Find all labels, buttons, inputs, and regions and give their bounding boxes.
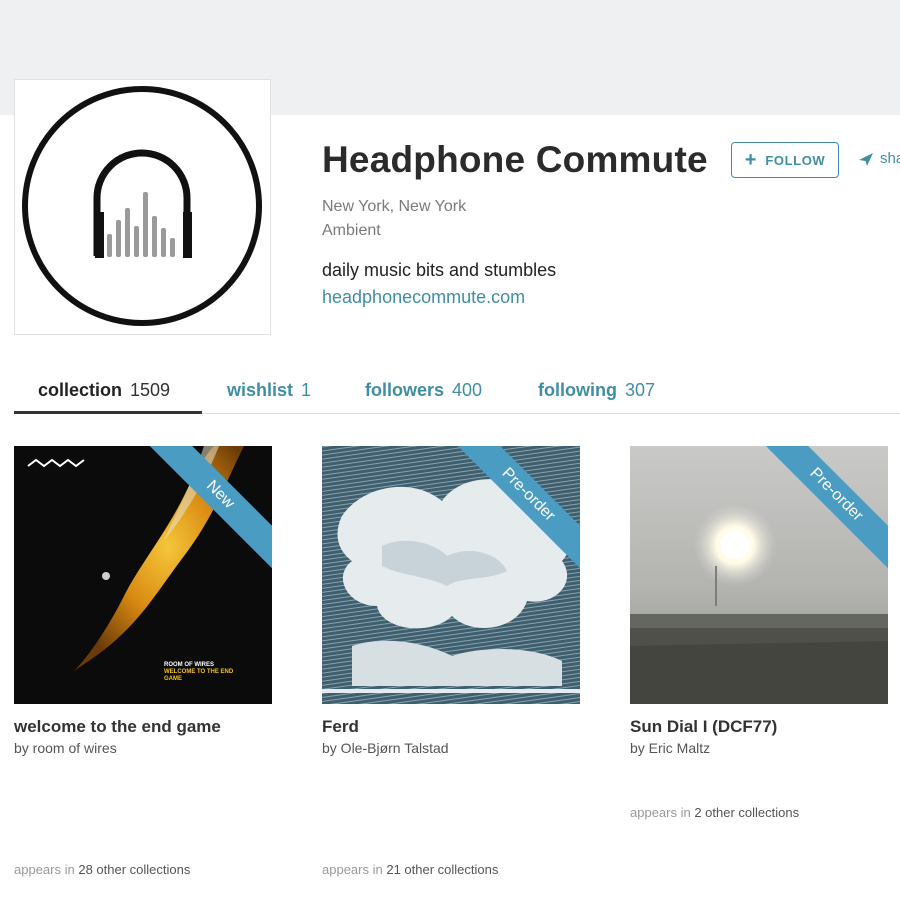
tab-followers[interactable]: followers 400 xyxy=(365,380,482,401)
album-artist: by Ole-Bjørn Talstad xyxy=(322,740,449,756)
plus-icon: + xyxy=(744,149,757,171)
cover-text-line-2: WELCOME TO THE END xyxy=(164,669,234,675)
profile-genre: Ambient xyxy=(322,222,381,239)
profile-name: Headphone Commute xyxy=(322,139,708,180)
cover-text-line-1: ROOM OF WIRES xyxy=(164,662,214,668)
album-art[interactable]: Pre-order xyxy=(630,446,888,704)
appears-in-collections: appears in 28 other collections xyxy=(14,862,191,877)
album-title[interactable]: Ferd xyxy=(322,717,580,737)
profile-avatar xyxy=(14,79,271,335)
album-title[interactable]: Sun Dial I (DCF77) xyxy=(630,717,888,737)
tab-wishlist[interactable]: wishlist 1 xyxy=(227,380,311,401)
album-art[interactable]: ROOM OF WIRES WELCOME TO THE END GAME Ne… xyxy=(14,446,272,704)
album-artist: by Eric Maltz xyxy=(630,740,711,756)
album-title[interactable]: welcome to the end game xyxy=(14,717,272,737)
album-cover-image: ROOM OF WIRES WELCOME TO THE END GAME xyxy=(14,446,272,704)
profile-tabs: collection 1509 wishlist 1 followers 400 fo… xyxy=(14,370,900,414)
collection-item: Pre-order Sun Dial I (DCF77) by Eric Mal… xyxy=(630,446,888,756)
profile-location: New York, New York xyxy=(322,198,467,215)
share-link[interactable]: sha xyxy=(858,150,900,167)
profile-bio: daily music bits and stumbles xyxy=(322,260,557,280)
collection-item: Pre-order Ferd by Ole-Bjørn Talstad xyxy=(322,446,580,756)
other-collections-link[interactable]: 2 other collections xyxy=(694,805,799,820)
collection-item: ROOM OF WIRES WELCOME TO THE END GAME Ne… xyxy=(14,446,272,756)
other-collections-link[interactable]: 21 other collections xyxy=(386,862,498,877)
active-tab-indicator xyxy=(14,411,202,414)
appears-in-collections: appears in 2 other collections xyxy=(630,805,800,820)
cover-text-line-3: GAME xyxy=(164,676,182,682)
share-arrow-icon xyxy=(859,152,873,166)
tab-following[interactable]: following 307 xyxy=(538,380,655,401)
appears-in-collections: appears in 21 other collections xyxy=(322,862,499,877)
profile-website-link[interactable]: headphonecommute.com xyxy=(322,287,525,308)
other-collections-link[interactable]: 28 other collections xyxy=(78,862,190,877)
follow-button-label: FOLLOW xyxy=(765,152,826,168)
album-artist: by room of wires xyxy=(14,740,117,756)
headphones-logo-icon xyxy=(22,86,262,326)
album-cover-image xyxy=(630,446,888,704)
share-label: sha xyxy=(880,150,900,167)
tab-collection[interactable]: collection 1509 xyxy=(38,380,170,401)
follow-button[interactable]: + FOLLOW xyxy=(731,142,839,178)
album-cover-image xyxy=(322,446,580,704)
album-art[interactable]: Pre-order xyxy=(322,446,580,704)
